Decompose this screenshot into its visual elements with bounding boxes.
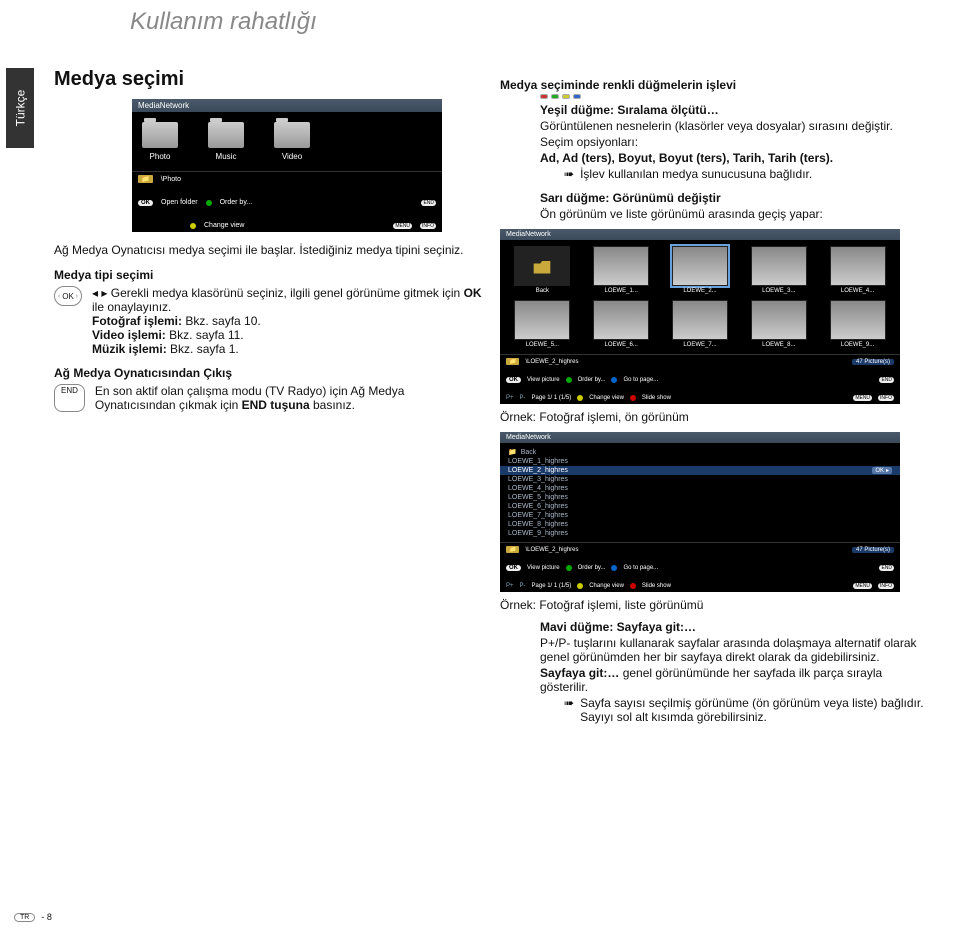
- green-pill-icon: [206, 200, 212, 206]
- blue-button-block: Mavi düğme: Sayfaya git:… P+/P- tuşların…: [540, 620, 930, 724]
- thumb-image: [830, 300, 886, 340]
- thumbnail-view-screenshot: MediaNetwork Back LOEWE_1... LOEWE_2... …: [500, 229, 900, 404]
- lb-footer: 📁 \LOEWE_2_highres 47 Picture(s) OK View…: [500, 542, 900, 592]
- blue-pill-icon: [611, 565, 617, 571]
- example-caption-1: Örnek: Fotoğraf işlemi, ön görünüm: [500, 410, 930, 424]
- section-title: Medya seçimi: [54, 68, 484, 91]
- media-browser-footer: 📁 \Photo OK Open folder Order by... END …: [132, 171, 442, 232]
- page-footer: TR - 8: [14, 912, 52, 922]
- red-pill-icon: [630, 395, 636, 401]
- red-dot-icon: [540, 94, 548, 99]
- tr-badge: TR: [14, 913, 35, 922]
- thumb-image: [751, 300, 807, 340]
- end-description: En son aktif olan çalışma modu (TV Radyo…: [95, 384, 484, 412]
- right-column: Medya seçiminde renkli düğmelerin işlevi…: [500, 68, 930, 724]
- yellow-button-block: Sarı düğme: Görünümü değiştir Ön görünüm…: [540, 191, 930, 221]
- color-buttons-heading: Medya seçiminde renkli düğmelerin işlevi: [500, 78, 930, 92]
- language-label: Türkçe: [13, 90, 27, 127]
- yellow-pill-icon: [190, 223, 196, 229]
- folder-path-icon: 📁: [506, 358, 519, 365]
- thumb-image: [514, 300, 570, 340]
- ok-inline-pill: OK▸: [872, 467, 892, 474]
- folder-music: Music: [208, 122, 244, 161]
- folder-icon: [274, 122, 310, 148]
- ok-button-icon: OK: [54, 286, 82, 306]
- page-title: Kullanım rahatlığı: [130, 8, 317, 36]
- folder-path-icon: 📁: [138, 175, 153, 183]
- language-tab: Türkçe: [6, 68, 34, 148]
- folder-icon: [208, 122, 244, 148]
- back-thumb: Back: [506, 246, 579, 294]
- ok-description: ◂ ▸ Gerekli medya klasörünü seçiniz, ilg…: [92, 286, 484, 356]
- folder-icon: [142, 122, 178, 148]
- end-pill: END: [421, 200, 436, 206]
- arrow-right-icon: ➠: [564, 167, 574, 181]
- thumb-image: [672, 246, 728, 286]
- thumb-image: [751, 246, 807, 286]
- end-button-icon: END: [54, 384, 85, 412]
- blue-pill-icon: [611, 377, 617, 383]
- green-dot-icon: [551, 94, 559, 99]
- arrow-left-right-icon: ◂ ▸: [92, 286, 107, 300]
- arrow-right-icon: ➠: [564, 696, 574, 724]
- red-pill-icon: [630, 583, 636, 589]
- list-view-screenshot: MediaNetwork 📁Back LOEWE_1_highres LOEWE…: [500, 432, 900, 592]
- media-browser-title: MediaNetwork: [132, 99, 442, 112]
- color-dots-row: [540, 94, 930, 99]
- yellow-dot-icon: [562, 94, 570, 99]
- media-type-heading: Medya tipi seçimi: [54, 268, 484, 282]
- example-caption-2: Örnek: Fotoğraf işlemi, liste görünümü: [500, 598, 930, 612]
- thumb-image: [830, 246, 886, 286]
- yellow-pill-icon: [577, 583, 583, 589]
- page-number: - 8: [41, 912, 52, 922]
- back-folder-icon: [514, 246, 570, 286]
- green-button-block: Yeşil düğme: Sıralama ölçütü… Görüntülen…: [540, 103, 930, 181]
- yellow-pill-icon: [577, 395, 583, 401]
- menu-pill: MENU: [393, 223, 412, 229]
- folder-photo: Photo: [142, 122, 178, 161]
- up-folder-icon: 📁: [508, 448, 517, 456]
- thumb-image: [593, 300, 649, 340]
- ok-pill: OK: [138, 200, 153, 206]
- thumb-image: [593, 246, 649, 286]
- folder-video: Video: [274, 122, 310, 161]
- green-pill-icon: [566, 565, 572, 571]
- list-row-selected: LOEWE_2_highres OK▸: [500, 466, 900, 475]
- blue-dot-icon: [573, 94, 581, 99]
- exit-heading: Ağ Medya Oynatıcısından Çıkış: [54, 366, 484, 380]
- lb-title: MediaNetwork: [500, 432, 900, 443]
- tg-title: MediaNetwork: [500, 229, 900, 240]
- info-pill: INFO: [420, 223, 436, 229]
- list-back-row: 📁Back: [500, 447, 900, 457]
- tg-footer: 📁 \LOEWE_2_highres 47 Picture(s) OK View…: [500, 354, 900, 404]
- folder-path-icon: 📁: [506, 546, 519, 553]
- thumb-image: [672, 300, 728, 340]
- left-column: Medya seçimi MediaNetwork Photo Music Vi…: [54, 68, 484, 412]
- media-browser-screenshot: MediaNetwork Photo Music Video 📁 \Photo …: [132, 99, 442, 232]
- intro-text: Ağ Medya Oynatıcısı medya seçimi ile baş…: [54, 242, 484, 258]
- green-pill-icon: [566, 377, 572, 383]
